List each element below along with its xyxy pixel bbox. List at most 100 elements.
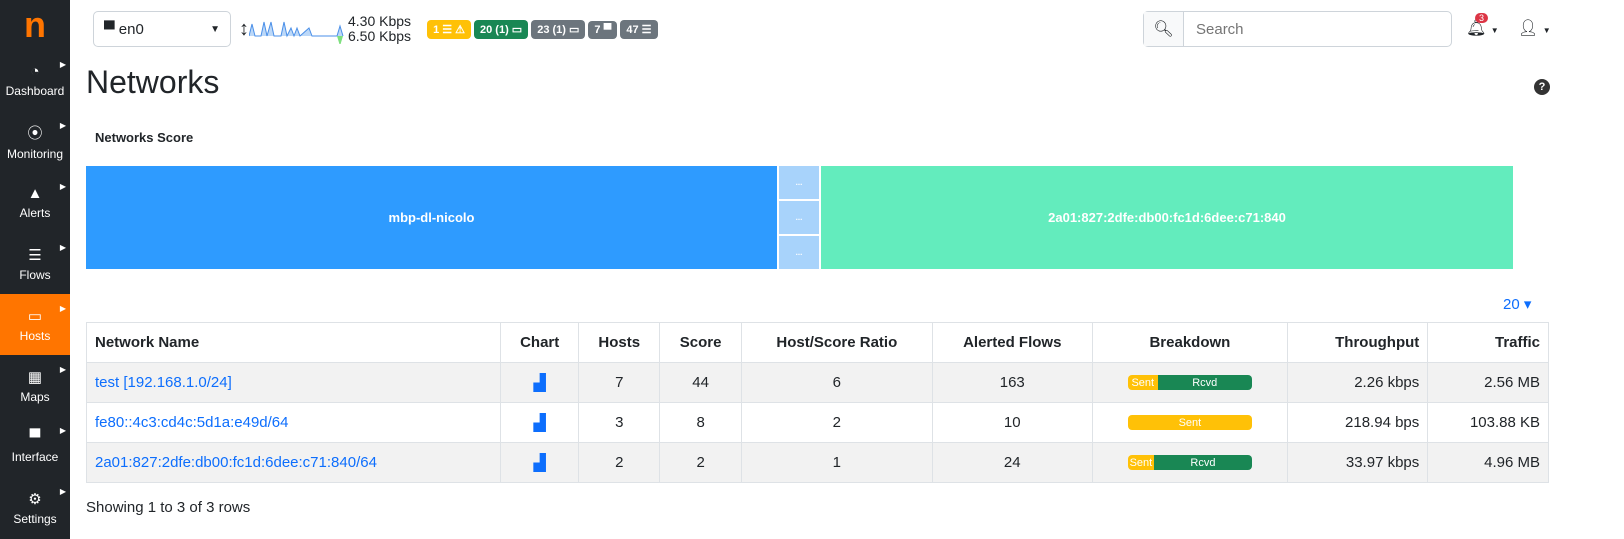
sidebar-item-maps[interactable]: ▦ Maps ▶ <box>0 355 70 416</box>
status-badge[interactable]: 20 (1) ▭ <box>474 19 529 39</box>
topbar: ▀ en0 ▼ ↕ 4.30 Kbps 6.50 Kbps 1 ☰ ⚠ 20 (1) … <box>93 11 661 47</box>
table-row: 2a01:827:2dfe:db00:fc1d:6dee:c71:840/64 … <box>85 442 1549 483</box>
map-icon: ▦ <box>27 368 43 386</box>
sent-segment: Sent <box>1127 375 1158 390</box>
sidebar-item-dashboard[interactable]: ◔ Dashboard ▶ <box>0 50 70 111</box>
sidebar-item-monitoring[interactable]: ⦿ Monitoring ▶ <box>0 111 70 172</box>
network-link[interactable]: fe80::4c3:cd4c:5d1a:e49d/64 <box>95 414 289 431</box>
notification-count: 3 <box>1475 13 1489 23</box>
treemap-cell[interactable]: ... <box>779 201 819 234</box>
table-footer: Showing 1 to 3 of 3 rows <box>86 499 251 516</box>
score-cell: 8 <box>659 402 742 443</box>
chart-icon[interactable]: ▟ <box>534 375 546 392</box>
status-badge[interactable]: 7 ▀ <box>588 20 618 39</box>
sent-segment: Sent <box>1127 455 1154 470</box>
chart-icon[interactable]: ▟ <box>534 455 546 472</box>
column-header[interactable]: Network Name <box>85 322 502 363</box>
satellite-icon: ⦿ <box>27 125 43 142</box>
updown-arrows-icon: ↕ <box>239 17 249 40</box>
score-cell: 2 <box>659 442 742 483</box>
network-link[interactable]: test [192.168.1.0/24] <box>95 374 232 391</box>
breakdown-bar: Sent Rcvd <box>1127 375 1252 390</box>
caret-right-icon: ▶ <box>59 60 66 69</box>
alerted-flows-cell: 24 <box>931 442 1093 483</box>
treemap-cell[interactable]: ... <box>779 166 819 199</box>
caret-right-icon: ▶ <box>59 304 66 313</box>
sidebar-item-settings[interactable]: ⚙ Settings ▶ <box>0 477 70 538</box>
download-rate: 6.50 Kbps <box>348 28 412 44</box>
column-header[interactable]: Breakdown <box>1091 322 1289 363</box>
page-title: Networks <box>86 64 220 100</box>
caret-right-icon: ▶ <box>59 121 66 130</box>
caret-right-icon: ▶ <box>59 487 66 496</box>
caret-right-icon: ▶ <box>59 365 66 374</box>
status-badge[interactable]: 23 (1) ▭ <box>531 19 586 39</box>
rcvd-segment: Rcvd <box>1157 375 1252 390</box>
ratio-cell: 6 <box>740 362 933 403</box>
column-header[interactable]: Traffic <box>1427 322 1549 363</box>
page-size-select[interactable]: 20 ▾ <box>1503 295 1531 313</box>
hosts-cell: 7 <box>578 362 661 403</box>
ratio-cell: 2 <box>740 402 933 443</box>
treemap-cell[interactable]: 2a01:827:2dfe:db00:fc1d:6dee:c71:840 <box>821 166 1513 269</box>
sidebar-item-hosts[interactable]: ▭ Hosts ▶ <box>0 294 70 355</box>
traffic-cell: 2.56 MB <box>1427 362 1549 403</box>
traffic-cell: 4.96 MB <box>1427 442 1549 483</box>
alerted-flows-cell: 163 <box>931 362 1093 403</box>
treemap-cell[interactable]: mbp-dl-nicolo <box>86 166 777 269</box>
sidebar-item-alerts[interactable]: ▲ Alerts ▶ <box>0 172 70 233</box>
hosts-cell: 2 <box>578 442 661 483</box>
score-title: Networks Score <box>95 130 194 145</box>
table-row: fe80::4c3:cd4c:5d1a:e49d/64 ▟ 3 8 2 10 S… <box>85 402 1549 443</box>
breakdown-bar: Sent Rcvd <box>1127 455 1252 470</box>
traffic-sparkline <box>249 21 344 44</box>
traffic-cell: 103.88 KB <box>1427 402 1549 443</box>
chart-icon[interactable]: ▟ <box>534 415 546 432</box>
score-cell: 44 <box>659 362 742 403</box>
caret-down-icon: ▼ <box>210 23 220 35</box>
hosts-cell: 3 <box>578 402 661 443</box>
column-header[interactable]: Alerted Flows <box>931 322 1093 363</box>
search-input[interactable] <box>1184 12 1451 46</box>
list-icon: ☰ <box>28 246 42 264</box>
column-header[interactable]: Throughput <box>1287 322 1429 363</box>
search-box: 🔍︎ <box>1143 11 1452 47</box>
ethernet-icon: ▀ <box>29 429 41 446</box>
sidebar: n ◔ Dashboard ▶ ⦿ Monitoring ▶ ▲ Alerts ▶ ☰ Flows ▶… <box>0 0 70 539</box>
search-icon[interactable]: 🔍︎ <box>1144 12 1184 46</box>
notifications-bell[interactable]: 🔔︎ 3 ▼ <box>1466 13 1499 38</box>
throughput-cell: 33.97 kbps <box>1287 442 1429 483</box>
gauge-icon: ◔ <box>30 63 40 80</box>
networks-score-treemap: mbp-dl-nicolo ... ... ... 2a01:827:2dfe:… <box>86 166 1513 269</box>
column-header[interactable]: Chart <box>500 322 580 363</box>
laptop-icon: ▭ <box>27 307 43 325</box>
networks-table: Network Name Chart Hosts Score Host/Score Ra… <box>85 322 1549 483</box>
alerted-flows-cell: 10 <box>931 402 1093 443</box>
help-icon[interactable]: ? <box>1534 79 1550 95</box>
status-badge[interactable]: 47 ☰ <box>620 19 658 39</box>
throughput-cell: 218.94 bps <box>1287 402 1429 443</box>
gear-icon: ⚙ <box>28 490 42 508</box>
breakdown-bar: Sent <box>1127 415 1252 430</box>
interface-select[interactable]: ▀ en0 ▼ <box>93 11 231 47</box>
sidebar-item-interface[interactable]: ▀ Interface ▶ <box>0 416 70 477</box>
throughput-cell: 2.26 kbps <box>1287 362 1429 403</box>
column-header[interactable]: Host/Score Ratio <box>740 322 933 363</box>
sidebar-item-flows[interactable]: ☰ Flows ▶ <box>0 233 70 294</box>
rcvd-segment: Rcvd <box>1153 455 1252 470</box>
caret-right-icon: ▶ <box>59 243 66 252</box>
column-header[interactable]: Hosts <box>578 322 661 363</box>
column-header[interactable]: Score <box>659 322 742 363</box>
warning-icon: ▲ <box>27 185 43 202</box>
treemap-cell[interactable]: ... <box>779 236 819 269</box>
network-link[interactable]: 2a01:827:2dfe:db00:fc1d:6dee:c71:840/64 <box>95 454 377 471</box>
user-menu[interactable]: 👤︎ ▼ <box>1518 18 1551 38</box>
ethernet-icon: ▀ <box>104 20 119 38</box>
upload-rate: 4.30 Kbps <box>348 13 412 29</box>
status-badge[interactable]: 1 ☰ ⚠ <box>427 19 472 39</box>
caret-right-icon: ▶ <box>59 426 66 435</box>
ntopng-logo[interactable]: n <box>0 0 70 50</box>
table-row: test [192.168.1.0/24] ▟ 7 44 6 163 Sent R… <box>85 362 1549 403</box>
caret-right-icon: ▶ <box>59 182 66 191</box>
sent-segment: Sent <box>1127 415 1252 430</box>
